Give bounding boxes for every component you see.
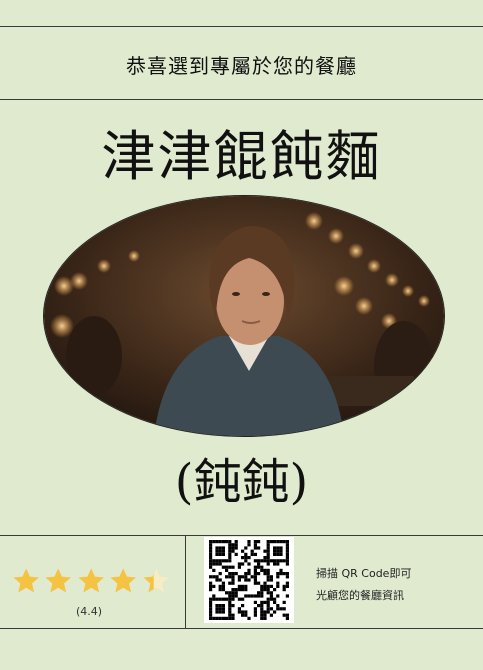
restaurant-photo [43,195,445,437]
qr-code[interactable] [204,537,294,623]
rating-value: (4.4) [75,605,103,618]
star-icon [13,568,39,593]
star-icon [78,568,104,593]
rating-block: (4.4) [0,537,185,627]
footer-vertical-divider [185,535,186,628]
scan-instruction-line2: 光顧您的餐廳資訊 [316,589,404,602]
scan-instruction: 掃描 QR Code即可 光顧您的餐廳資訊 [316,563,476,607]
partial-star-icon [143,568,169,593]
star-icon [110,568,137,593]
scan-instruction-line1: 掃描 QR Code即可 [316,567,412,580]
footer-divider [0,535,483,536]
top-border [0,26,483,27]
restaurant-nickname: (鈍鈍) [174,454,309,510]
star-icon [45,568,72,593]
restaurant-name: 津津餛飩麵 [101,125,382,188]
header-divider [0,99,483,100]
header-title: 恭喜選到專屬於您的餐廳 [126,54,357,78]
star-rating [11,565,171,597]
bottom-border [0,628,483,629]
